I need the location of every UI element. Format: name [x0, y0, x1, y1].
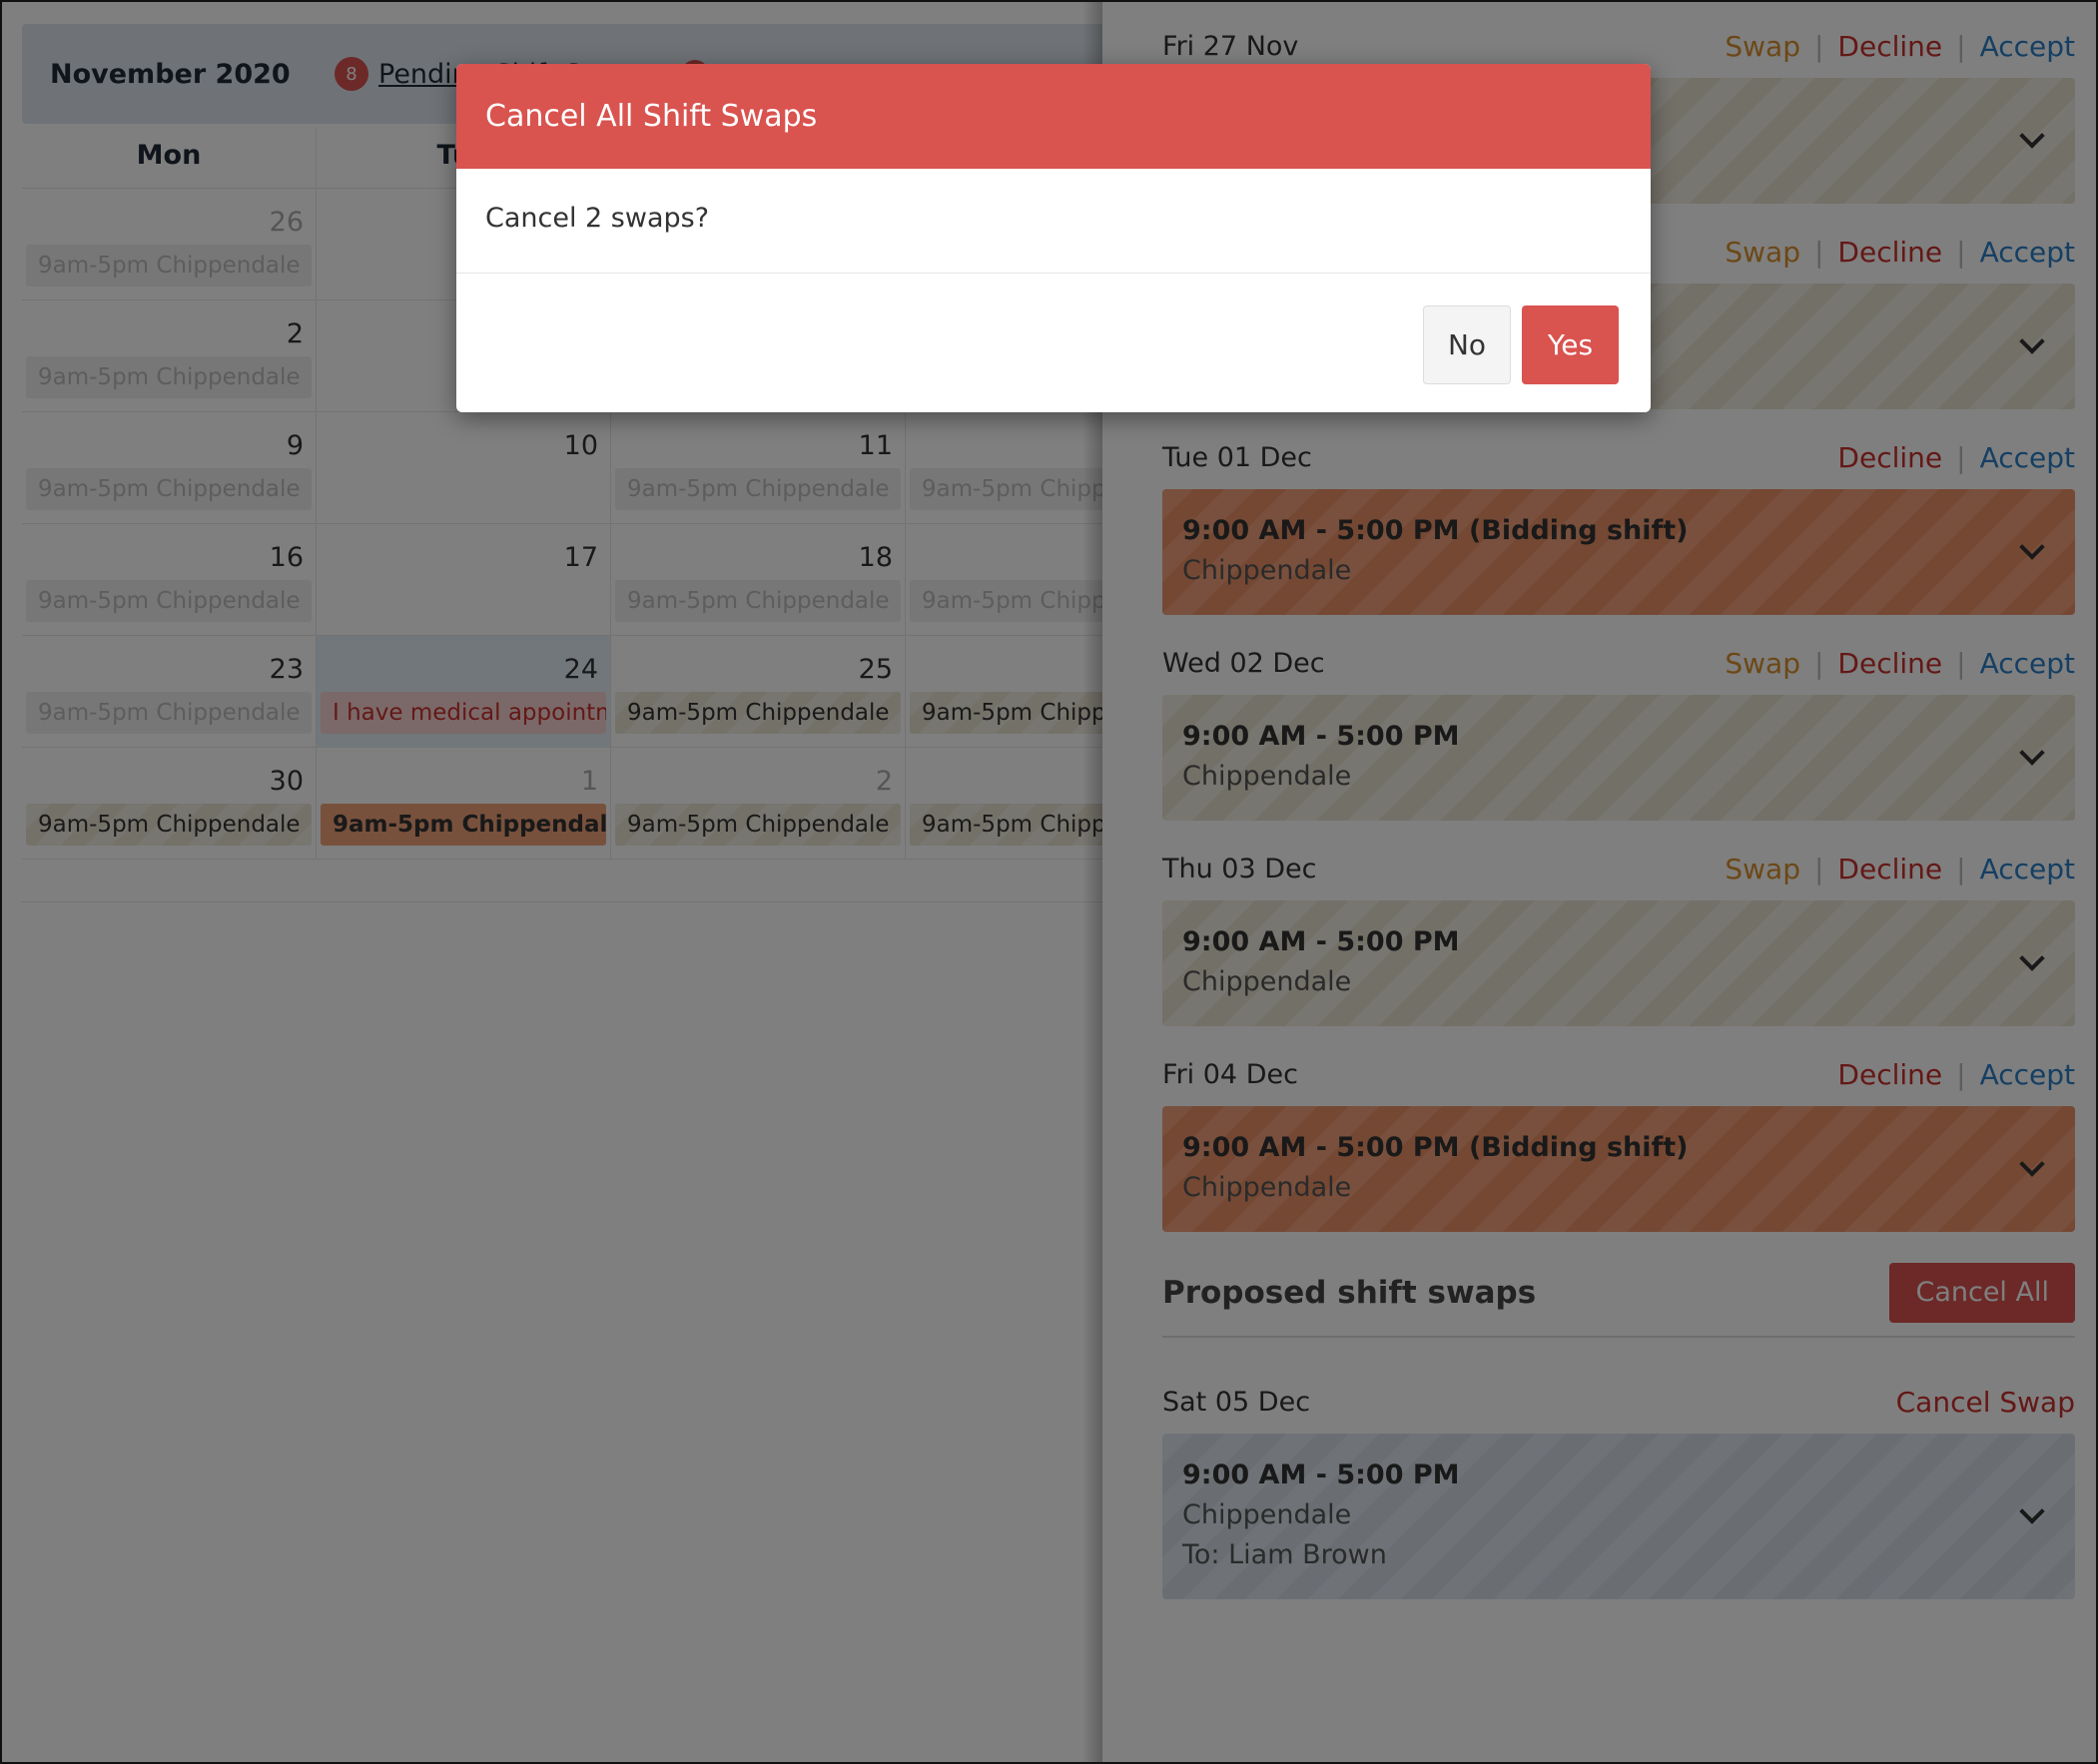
- modal-title: Cancel All Shift Swaps: [456, 64, 1651, 169]
- modal-footer: No Yes: [456, 274, 1651, 412]
- app-window: November 2020 8 Pending Shift Swaps MonT…: [0, 0, 2098, 1764]
- cancel-all-modal: Cancel All Shift Swaps Cancel 2 swaps? N…: [456, 64, 1651, 412]
- yes-button[interactable]: Yes: [1522, 305, 1619, 384]
- modal-message: Cancel 2 swaps?: [456, 169, 1651, 274]
- no-button[interactable]: No: [1423, 305, 1511, 384]
